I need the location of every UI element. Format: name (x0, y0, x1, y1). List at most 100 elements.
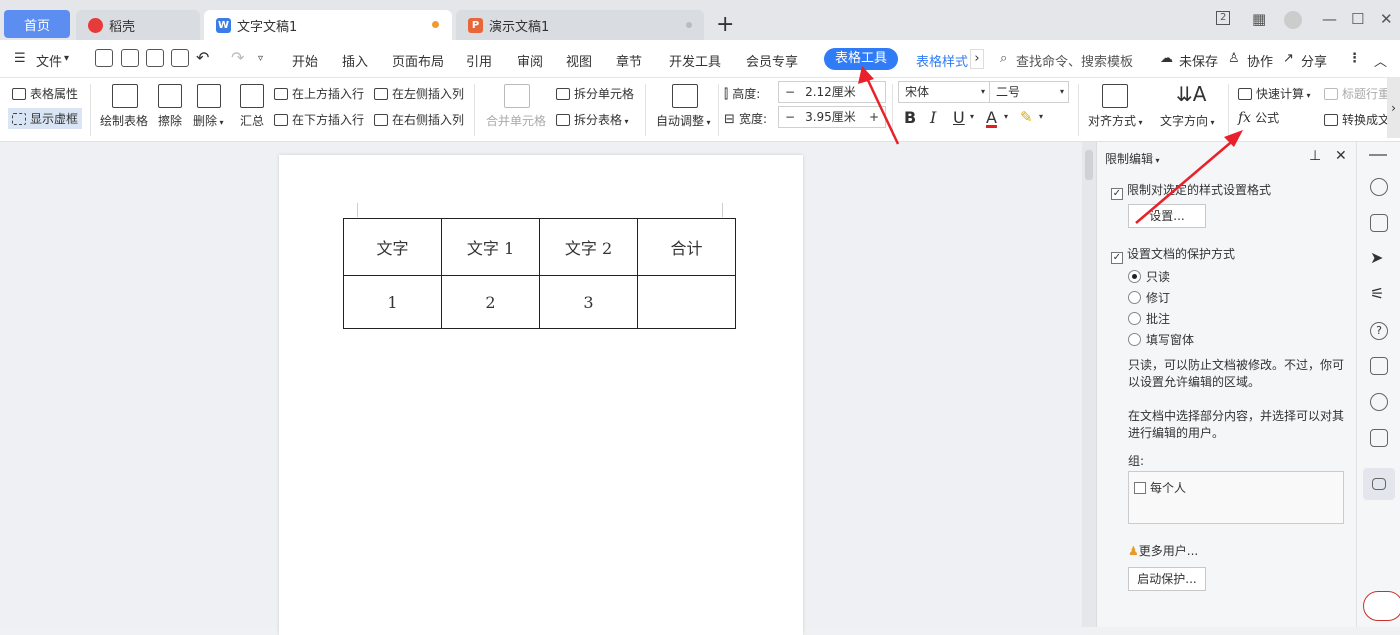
scrollbar-thumb[interactable] (1085, 150, 1093, 180)
redo-icon[interactable]: ↷ (231, 48, 244, 67)
pane-title[interactable]: 限制编辑 ▾ (1105, 150, 1160, 167)
text-direction-button[interactable]: 文字方向 ▾ (1160, 112, 1215, 129)
file-menu[interactable]: 文件 (36, 51, 62, 70)
tab-daoke[interactable]: 稻壳 (76, 10, 200, 40)
table-cell[interactable]: 文字 1 (441, 218, 540, 276)
translate-icon[interactable] (1370, 429, 1388, 447)
insert-left-button[interactable]: 在左侧插入列 (374, 85, 464, 102)
export-pdf-icon[interactable] (121, 49, 139, 67)
menu-dev-tools[interactable]: 开发工具 (669, 51, 721, 70)
formula-button[interactable]: fx 公式 (1238, 109, 1279, 126)
search-input[interactable]: 查找命令、搜索模板 (1016, 51, 1133, 70)
new-tab-button[interactable]: + (716, 12, 734, 37)
everyone-checkbox[interactable]: 每个人 (1134, 479, 1186, 496)
chevron-down-icon[interactable]: ▾ (1004, 112, 1008, 121)
maximize-icon[interactable]: ☐ (1351, 10, 1364, 28)
share-button[interactable]: 分享 (1301, 51, 1327, 70)
print-icon[interactable] (146, 49, 164, 67)
minimize-icon[interactable]: — (1322, 10, 1337, 28)
start-protect-button[interactable]: 启动保护... (1128, 567, 1206, 591)
collapse-ribbon-icon[interactable]: ︿ (1374, 51, 1387, 70)
collab-button[interactable]: 协作 (1247, 51, 1273, 70)
underline-icon[interactable]: U (953, 108, 965, 127)
avatar[interactable] (1284, 11, 1302, 29)
radio-revision[interactable]: 修订 (1128, 289, 1170, 306)
help-icon[interactable]: ? (1370, 322, 1388, 340)
insert-above-button[interactable]: 在上方插入行 (274, 85, 364, 102)
quick-calc-button[interactable]: 快速计算 ▾ (1238, 85, 1311, 102)
table-cell[interactable]: 合计 (637, 218, 736, 276)
rocket-icon[interactable] (1370, 178, 1388, 196)
chevron-down-icon[interactable]: ▾ (1039, 112, 1043, 121)
print-preview-icon[interactable] (171, 49, 189, 67)
table-cell[interactable]: 2 (441, 275, 540, 329)
radio-comment[interactable]: 批注 (1128, 310, 1170, 327)
title-row-button[interactable]: 标题行重 (1324, 85, 1390, 102)
cursor-icon[interactable]: ➤ (1370, 249, 1388, 267)
auto-adjust-button[interactable]: 自动调整 ▾ (656, 112, 711, 129)
hamburger-icon[interactable]: ☰ (14, 51, 26, 66)
table-cell[interactable] (637, 275, 736, 329)
pin-icon[interactable]: ⊥ (1309, 148, 1321, 164)
menu-view[interactable]: 视图 (566, 51, 592, 70)
width-stepper[interactable]: −3.95厘米 + (778, 106, 886, 128)
increment-icon[interactable]: + (869, 107, 879, 127)
close-icon[interactable]: ✕ (1335, 148, 1347, 164)
menu-scroll-right-icon[interactable]: › (970, 49, 984, 69)
protect-doc-checkbox[interactable]: ✓ 设置文档的保护方式 (1111, 245, 1235, 264)
vertical-scrollbar[interactable] (1082, 142, 1096, 627)
tab-writer-doc[interactable]: W 文字文稿1 (204, 10, 452, 40)
merge-cells-button[interactable]: 合并单元格 (486, 112, 546, 129)
menu-review[interactable]: 审阅 (517, 51, 543, 70)
delete-button[interactable]: 删除 ▾ (193, 112, 224, 129)
menu-member[interactable]: 会员专享 (746, 51, 798, 70)
menu-table-style[interactable]: 表格样式 (916, 51, 968, 70)
sliders-icon[interactable]: ⚟ (1370, 285, 1388, 303)
settings-button[interactable]: 设置... (1128, 204, 1206, 228)
document-page[interactable]: 文字 文字 1 文字 2 合计 1 2 3 (279, 155, 803, 635)
font-name-select[interactable]: 宋体 ▾ (898, 81, 990, 103)
drag-handle-icon[interactable] (1369, 154, 1387, 156)
insert-below-button[interactable]: 在下方插入行 (274, 111, 364, 128)
menu-start[interactable]: 开始 (292, 51, 318, 70)
split-table-button[interactable]: 拆分表格 ▾ (556, 111, 629, 128)
decrement-icon[interactable]: − (785, 85, 795, 99)
save-cloud-icon[interactable] (1370, 357, 1388, 375)
menu-section[interactable]: 章节 (616, 51, 642, 70)
menu-insert[interactable]: 插入 (342, 51, 368, 70)
table-cell[interactable]: 3 (539, 275, 638, 329)
group-list[interactable]: 每个人 (1128, 471, 1344, 524)
pen-icon[interactable] (1370, 214, 1388, 232)
bold-icon[interactable]: B (904, 108, 916, 127)
font-size-select[interactable]: 二号 ▾ (989, 81, 1069, 103)
close-window-icon[interactable]: ✕ (1380, 10, 1393, 28)
lock-icon[interactable] (1372, 478, 1386, 490)
document-table[interactable]: 文字 文字 1 文字 2 合计 1 2 3 (343, 218, 736, 329)
menu-page-layout[interactable]: 页面布局 (392, 51, 444, 70)
unsaved-label[interactable]: 未保存 (1179, 51, 1218, 70)
show-grid-button[interactable]: 显示虚框 (8, 108, 83, 129)
table-props-button[interactable]: 表格属性 (12, 85, 78, 102)
highlight-icon[interactable]: ✎ (1020, 108, 1033, 126)
quick-access-chevron-icon[interactable]: ▿ (258, 53, 263, 64)
undo-icon[interactable]: ↶ (196, 48, 209, 67)
table-cell[interactable]: 文字 2 (539, 218, 638, 276)
tab-presentation[interactable]: P 演示文稿1 (456, 10, 704, 40)
window-layout-icon[interactable]: 2 (1216, 11, 1231, 25)
split-cells-button[interactable]: 拆分单元格 (556, 85, 634, 102)
tab-home[interactable]: 首页 (4, 10, 70, 38)
file-chevron-icon[interactable]: ▾ (64, 53, 69, 64)
table-cell[interactable]: 1 (343, 275, 442, 329)
italic-icon[interactable]: I (930, 108, 936, 127)
table-cell[interactable]: 文字 (343, 218, 442, 276)
height-stepper[interactable]: −2.12厘米 (778, 81, 886, 103)
grid-apps-icon[interactable]: ▦ (1252, 10, 1266, 28)
menu-references[interactable]: 引用 (466, 51, 492, 70)
floating-assistant-icon[interactable] (1363, 591, 1400, 621)
search-icon[interactable]: ⌕ (1000, 51, 1007, 66)
summary-button[interactable]: 汇总 (240, 112, 264, 129)
erase-button[interactable]: 擦除 (158, 112, 182, 129)
draw-table-button[interactable]: 绘制表格 (100, 112, 148, 129)
more-options-icon[interactable]: ⋮ (1348, 51, 1361, 66)
ribbon-scroll-right-icon[interactable]: › (1387, 78, 1400, 138)
